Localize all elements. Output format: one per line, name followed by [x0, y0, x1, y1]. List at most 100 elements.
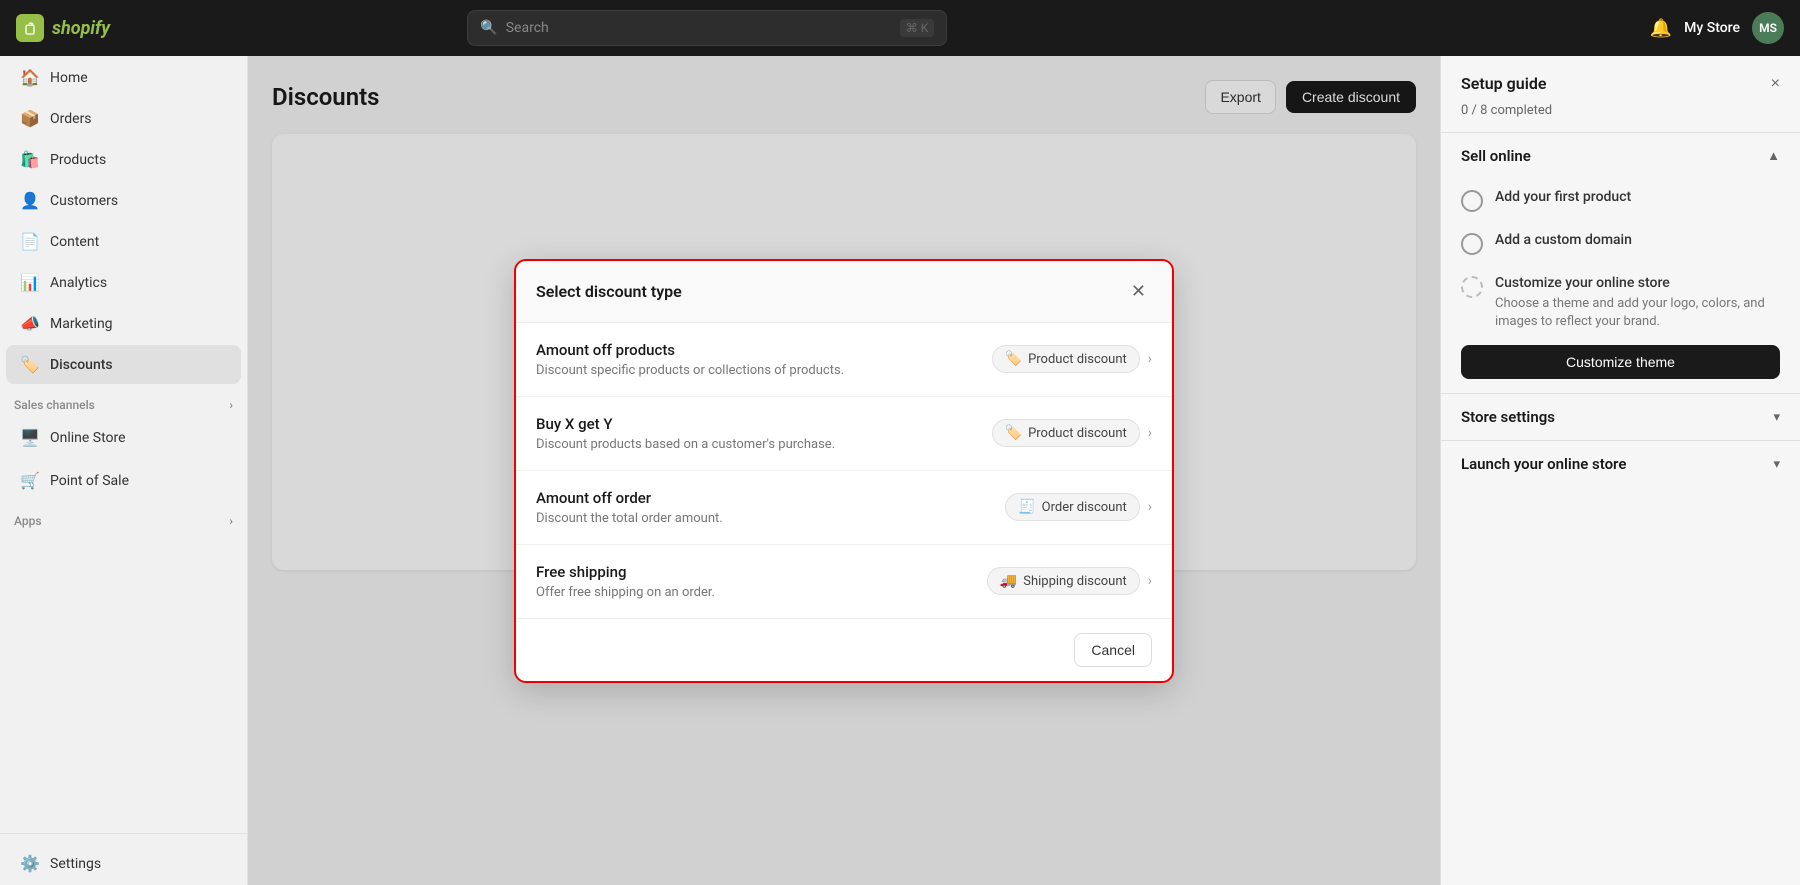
sidebar-item-marketing[interactable]: 📣 Marketing [6, 304, 241, 343]
sidebar-item-home[interactable]: 🏠 Home [6, 58, 241, 97]
content-icon: 📄 [20, 232, 40, 251]
sidebar-item-label: Products [50, 152, 106, 168]
shopify-bag-icon [16, 14, 44, 42]
launch-section: Launch your online store ▾ [1441, 440, 1800, 487]
notification-bell-icon[interactable]: 🔔 [1650, 18, 1672, 39]
shopify-wordmark: shopify [52, 18, 110, 39]
sidebar-item-label: Online Store [50, 430, 126, 446]
discount-option-desc: Discount specific products or collection… [536, 363, 844, 378]
sell-online-section-header[interactable]: Sell online ▲ [1441, 133, 1800, 179]
search-bar[interactable]: 🔍 Search ⌘ K [467, 10, 947, 46]
sidebar-item-discounts[interactable]: 🏷️ Discounts [6, 345, 241, 384]
setup-item-sub: Choose a theme and add your logo, colors… [1495, 295, 1780, 331]
pos-icon: 🛒 [20, 471, 40, 490]
sidebar: 🏠 Home 📦 Orders 🛍️ Products 👤 Customers … [0, 56, 248, 885]
discounts-icon: 🏷️ [20, 355, 40, 374]
discount-option-name: Buy X get Y [536, 415, 835, 433]
discount-option-desc: Offer free shipping on an order. [536, 585, 715, 600]
setup-guide-panel: Setup guide × 0 / 8 completed Sell onlin… [1440, 56, 1800, 885]
setup-guide-title: Setup guide [1461, 74, 1546, 93]
sales-channels-chevron-icon[interactable]: › [229, 398, 233, 412]
sidebar-item-online-store[interactable]: 🖥️ Online Store [6, 418, 241, 457]
setup-progress: 0 / 8 completed [1441, 103, 1800, 132]
setup-item-customize-store[interactable]: Customize your online store Choose a the… [1441, 265, 1800, 341]
sales-channels-label: Sales channels [14, 398, 95, 412]
discount-option-amount-off-products[interactable]: Amount off products Discount specific pr… [516, 323, 1172, 397]
cancel-button[interactable]: Cancel [1074, 633, 1152, 667]
analytics-icon: 📊 [20, 273, 40, 292]
modal-close-button[interactable]: ✕ [1125, 279, 1152, 304]
sidebar-item-label: Discounts [50, 357, 113, 373]
select-discount-type-modal: Select discount type ✕ Amount off produc… [514, 259, 1174, 683]
discount-option-left: Free shipping Offer free shipping on an … [536, 563, 715, 600]
badge-label: Shipping discount [1023, 574, 1127, 589]
modal-header: Select discount type ✕ [516, 261, 1172, 323]
modal-footer: Cancel [516, 618, 1172, 681]
modal-body: Amount off products Discount specific pr… [516, 323, 1172, 618]
setup-item-add-product[interactable]: Add your first product [1441, 179, 1800, 222]
setup-item-custom-domain[interactable]: Add a custom domain [1441, 222, 1800, 265]
discount-option-desc: Discount the total order amount. [536, 511, 723, 526]
sales-channels-section: Sales channels › [0, 386, 247, 416]
discount-option-right: 🧾 Order discount › [1005, 493, 1152, 521]
store-avatar[interactable]: MS [1752, 12, 1784, 44]
customize-theme-button[interactable]: Customize theme [1461, 345, 1780, 379]
apps-label: Apps [14, 514, 42, 528]
sidebar-item-products[interactable]: 🛍️ Products [6, 140, 241, 179]
discount-option-name: Amount off order [536, 489, 723, 507]
top-navigation: shopify 🔍 Search ⌘ K 🔔 My Store MS [0, 0, 1800, 56]
sidebar-item-label: Home [50, 70, 88, 86]
setup-item-label: Add your first product [1495, 189, 1631, 205]
panel-close-button[interactable]: × [1771, 75, 1780, 93]
launch-chevron-icon: ▾ [1773, 457, 1780, 472]
sidebar-item-content[interactable]: 📄 Content [6, 222, 241, 261]
discount-option-left: Amount off products Discount specific pr… [536, 341, 844, 378]
shipping-discount-icon: 🚚 [1000, 573, 1017, 589]
sidebar-item-customers[interactable]: 👤 Customers [6, 181, 241, 220]
modal-overlay: Select discount type ✕ Amount off produc… [248, 56, 1440, 885]
sidebar-item-pos[interactable]: 🛒 Point of Sale [6, 461, 241, 500]
modal-title: Select discount type [536, 282, 682, 301]
sidebar-item-label: Settings [50, 856, 101, 872]
sidebar-item-label: Content [50, 234, 99, 250]
sidebar-nav-items: 🏠 Home 📦 Orders 🛍️ Products 👤 Customers … [0, 56, 247, 386]
discount-option-buy-x-get-y[interactable]: Buy X get Y Discount products based on a… [516, 397, 1172, 471]
sidebar-item-label: Point of Sale [50, 473, 129, 489]
topnav-right-section: 🔔 My Store MS [1650, 12, 1784, 44]
customers-icon: 👤 [20, 191, 40, 210]
sidebar-item-label: Marketing [50, 316, 113, 332]
discount-option-right: 🏷️ Product discount › [992, 419, 1152, 447]
chevron-right-icon: › [1148, 499, 1152, 515]
chevron-right-icon: › [1148, 425, 1152, 441]
shopify-logo[interactable]: shopify [16, 14, 110, 42]
product-discount-icon: 🏷️ [1005, 351, 1022, 367]
discount-badge-shipping: 🚚 Shipping discount [987, 567, 1140, 595]
sidebar-item-analytics[interactable]: 📊 Analytics [6, 263, 241, 302]
badge-label: Product discount [1028, 426, 1127, 441]
home-icon: 🏠 [20, 68, 40, 87]
setup-item-label: Add a custom domain [1495, 232, 1632, 248]
sidebar-bottom: ⚙️ Settings [0, 833, 247, 885]
sidebar-item-label: Orders [50, 111, 92, 127]
launch-title: Launch your online store [1461, 455, 1626, 473]
discount-badge-product-2: 🏷️ Product discount [992, 419, 1140, 447]
launch-section-header[interactable]: Launch your online store ▾ [1441, 441, 1800, 487]
sidebar-item-settings[interactable]: ⚙️ Settings [6, 844, 241, 883]
sidebar-item-orders[interactable]: 📦 Orders [6, 99, 241, 138]
marketing-icon: 📣 [20, 314, 40, 333]
store-settings-chevron-icon: ▾ [1773, 410, 1780, 425]
sell-online-title: Sell online [1461, 147, 1531, 165]
apps-section: Apps › [0, 502, 247, 532]
order-discount-icon: 🧾 [1018, 499, 1035, 515]
main-layout: 🏠 Home 📦 Orders 🛍️ Products 👤 Customers … [0, 56, 1800, 885]
store-settings-header[interactable]: Store settings ▾ [1441, 394, 1800, 440]
content-area: Discounts Export Create discount Learn m… [248, 56, 1440, 885]
badge-label: Order discount [1042, 500, 1127, 515]
product-discount-icon-2: 🏷️ [1005, 425, 1022, 441]
search-placeholder: Search [506, 20, 549, 36]
setup-circle-add-product [1461, 190, 1483, 212]
discount-option-amount-off-order[interactable]: Amount off order Discount the total orde… [516, 471, 1172, 545]
discount-option-free-shipping[interactable]: Free shipping Offer free shipping on an … [516, 545, 1172, 618]
chevron-right-icon: › [1148, 573, 1152, 589]
apps-chevron-icon[interactable]: › [229, 514, 233, 528]
